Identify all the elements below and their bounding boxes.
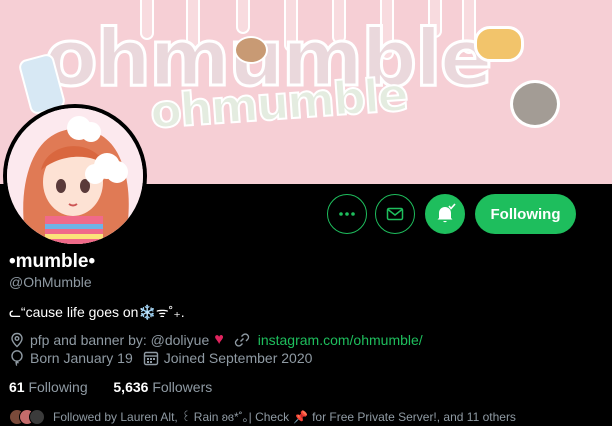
bread-sticker [474,26,524,62]
followed-by-row[interactable]: Followed by Lauren Alt, ꒰ Rain ʚɞ*˚｡| Ch… [9,408,516,425]
joined-date: Joined September 2020 [163,350,313,366]
link-icon [234,333,249,347]
location-icon [11,332,23,348]
profile-meta-location-link: pfp and banner by: @doliyue ♥ instagram.… [9,331,423,349]
calendar-icon [143,351,158,366]
website-link[interactable]: instagram.com/ohmumble/ [258,332,423,348]
bear-sticker [234,36,268,64]
pin-icon: 📌 [293,409,309,424]
avatar-image [7,108,143,244]
profile-bio: ᓚ“cause life goes on❄️ᯤ˚₊. [9,304,185,320]
profile-meta-dates: Born January 19 Joined September 2020 [9,350,312,366]
birthday-text: Born January 19 [30,350,133,366]
heart-icon: ♥ [214,331,224,348]
envelope-icon [386,207,404,221]
followed-by-text-end: for Free Private Server!, and 11 others [312,409,516,424]
avatar [29,408,45,425]
banner-credit: pfp and banner by: @doliyue [30,332,210,348]
following-count-link[interactable]: 61 Following [9,379,88,395]
followed-by-text: Followed by Lauren Alt, ꒰ Rain ʚɞ*˚｡| Ch… [53,410,290,424]
cat-sticker [510,80,560,128]
message-button[interactable] [375,194,415,234]
profile-avatar[interactable] [3,104,147,248]
followers-count-link[interactable]: 5,636 Followers [113,379,212,395]
notifications-button[interactable] [425,194,465,234]
follow-counts: 61 Following 5,636 Followers [9,379,212,395]
more-options-button[interactable] [327,194,367,234]
display-name: •mumble• [9,251,96,272]
following-button[interactable]: Following [475,194,576,234]
more-icon [339,212,355,216]
user-handle: @OhMumble [9,274,92,290]
bell-check-icon [437,203,456,223]
balloon-icon [11,350,23,366]
